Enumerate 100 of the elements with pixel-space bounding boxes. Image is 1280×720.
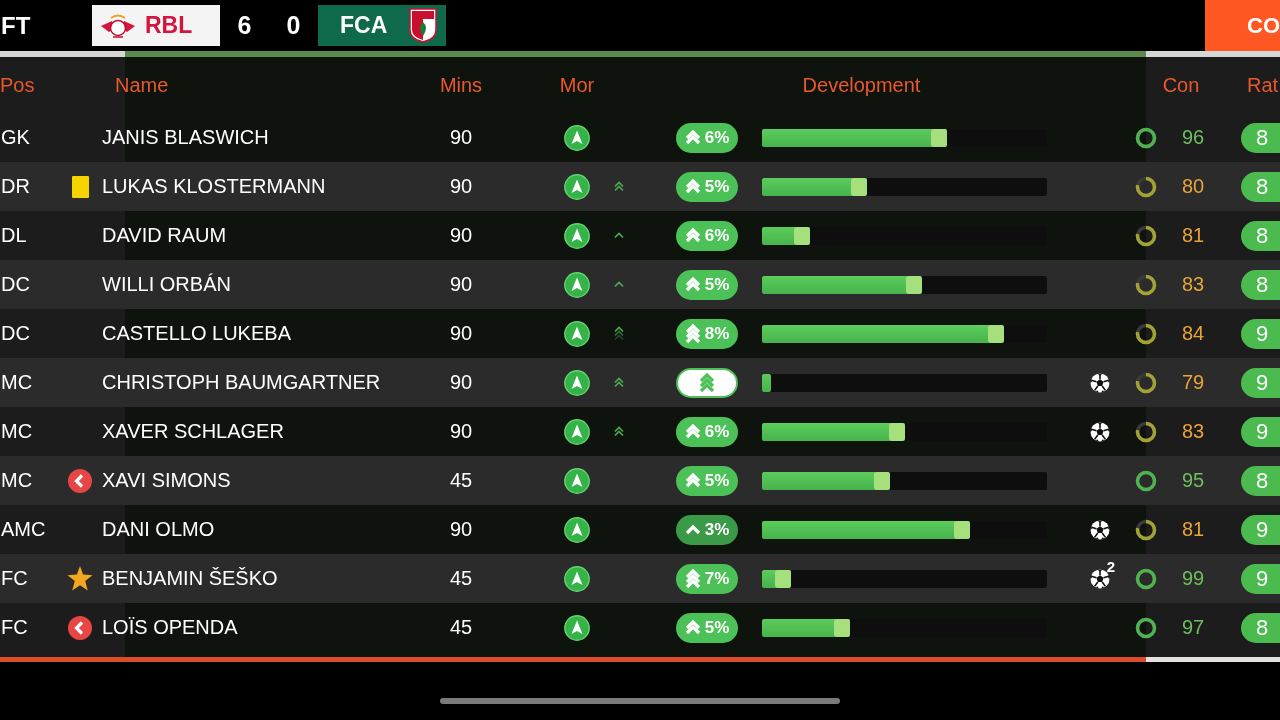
minutes-played: 90 [449,420,473,443]
bar-end-marker [988,324,1005,343]
arrow-up-circle-icon [564,320,590,347]
goal-count: 2 [1106,557,1115,575]
bar-end-marker [931,128,948,147]
development-percent: 6% [704,421,730,442]
column-header: Pos [0,73,36,97]
rating-pill: 8 [1241,122,1280,153]
player-name: WILLI ORBÁN [101,273,232,296]
column-header: Name [114,73,170,97]
card-icon [71,175,89,198]
chevrons-up-icon [684,620,701,635]
arrow-up-circle-icon [564,614,590,641]
chevrons-up-icon [614,232,624,239]
rating-pill: 8 [1241,220,1280,251]
column-header: Mor [559,73,595,97]
condition-ring-icon [1135,616,1157,639]
position-label: DR [0,175,31,198]
condition-ring-icon [1135,175,1157,198]
action-button[interactable]: CO [1205,0,1280,51]
chevrons-up-icon [699,372,715,393]
condition-ring-icon [1135,518,1157,541]
arrow-up-circle-icon [564,124,590,151]
position-label: MC [0,469,34,492]
rating-pill: 8 [1241,269,1280,300]
arrow-up-circle-icon [564,516,590,543]
development-percent: 6% [704,225,730,246]
development-percent: 7% [704,568,730,589]
condition-value: 81 [1181,518,1205,541]
chevrons-up-icon [684,228,701,243]
condition-value: 83 [1181,273,1205,296]
column-header: Development [802,73,921,97]
position-label: FC [0,616,29,639]
bar-end-marker [794,226,811,245]
player-name: CHRISTOPH BAUMGARTNER [101,371,382,394]
arrow-up-circle-icon [564,271,590,298]
position-label: FC [0,567,29,590]
condition-value: 80 [1181,175,1205,198]
player-name: LOÏS OPENDA [101,616,239,639]
minutes-played: 45 [449,567,473,590]
minutes-played: 90 [449,273,473,296]
team-score: 0 [285,10,302,41]
club-crest-icon [100,12,136,39]
player-name: XAVER SCHLAGER [101,420,285,443]
chevrons-up-icon [684,568,701,589]
rating-pill: 9 [1241,367,1280,398]
bar-end-marker [834,618,851,637]
chevrons-up-icon [614,377,624,388]
rating-pill: 9 [1241,563,1280,594]
development-percent: 5% [704,176,730,197]
arrow-up-circle-icon [564,467,590,494]
condition-value: 99 [1181,567,1205,590]
rating-pill: 8 [1241,465,1280,496]
match-status: FT [0,11,32,41]
bar-end-marker [851,177,868,196]
condition-value: 79 [1181,371,1205,394]
column-header: Rat [1246,73,1280,97]
chevrons-up-icon [684,323,701,344]
player-name: BENJAMIN ŠEŠKO [101,567,279,590]
development-percent: 8% [704,323,730,344]
condition-value: 97 [1181,616,1205,639]
player-name: XAVI SIMONS [101,469,232,492]
minutes-played: 90 [449,371,473,394]
condition-value: 84 [1181,322,1205,345]
development-percent: 6% [704,127,730,148]
chevrons-up-icon [614,326,624,341]
minutes-played: 90 [449,175,473,198]
condition-ring-icon [1135,322,1157,345]
shield-crest-icon [409,8,437,43]
minutes-played: 90 [449,224,473,247]
condition-ring-icon [1135,567,1157,590]
development-percent: 5% [704,470,730,491]
arrow-up-circle-icon [564,173,590,200]
column-header: Mins [439,73,483,97]
minutes-played: 90 [449,126,473,149]
bar-end-marker [954,520,971,539]
position-label: GK [0,126,31,149]
chevrons-up-icon [684,179,701,194]
minutes-played: 45 [449,616,473,639]
condition-ring-icon [1135,469,1157,492]
column-header: Con [1162,73,1200,97]
rating-pill: 8 [1241,171,1280,202]
condition-value: 83 [1181,420,1205,443]
player-name: CASTELLO LUKEBA [101,322,292,345]
chevron-left-circle-icon [68,615,92,640]
chevrons-up-icon [614,181,624,192]
position-label: DL [0,224,28,247]
rating-pill: 9 [1241,318,1280,349]
rating-pill: 8 [1241,612,1280,643]
condition-ring-icon [1135,273,1157,296]
condition-ring-icon [1135,224,1157,247]
team-abbreviation: FCA [340,12,388,39]
arrow-up-circle-icon [564,369,590,396]
minutes-played: 45 [449,469,473,492]
chevrons-up-icon [684,473,701,488]
development-percent: 5% [704,617,730,638]
position-label: DC [0,322,31,345]
position-label: DC [0,273,31,296]
chevrons-up-icon [614,281,624,288]
position-label: MC [0,420,34,443]
